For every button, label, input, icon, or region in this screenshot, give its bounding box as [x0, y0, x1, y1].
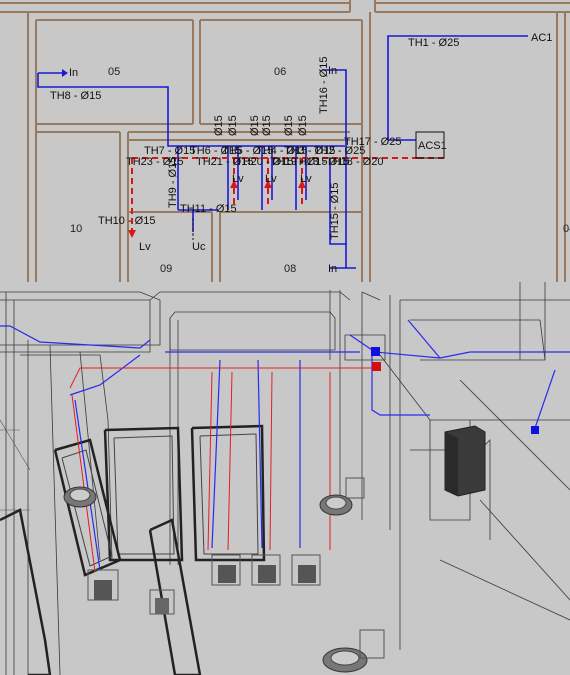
- cad-drawing[interactable]: 05 06 10 09 08 04: [0, 0, 570, 675]
- vertical-diameter-5: Ø15: [283, 115, 295, 136]
- water-heater-3d[interactable]: [444, 425, 486, 497]
- pipe-label-th10: TH10 - Ø15: [98, 215, 155, 227]
- toilet-fixture-1: [63, 486, 97, 508]
- wireframe-3d-view[interactable]: [0, 282, 570, 675]
- room-number-09: 09: [160, 263, 172, 275]
- room-number-10: 10: [70, 223, 82, 235]
- cad-viewport[interactable]: 05 06 10 09 08 04: [0, 0, 570, 675]
- fixture-label-lv-1: Lv: [232, 173, 244, 185]
- pipe-label-th11: TH11 - Ø15: [180, 203, 237, 215]
- fixture-label-uc: Uc: [192, 241, 206, 253]
- room-number-04: 04: [563, 223, 570, 235]
- fixture-label-lv-2: Lv: [265, 173, 277, 185]
- fixture-label-lv-10: Lv: [139, 241, 151, 253]
- inlet-label-a: In: [69, 67, 78, 79]
- room-number-05: 05: [108, 66, 120, 78]
- pipe-label-th15: TH15 - Ø15: [329, 183, 341, 240]
- room-number-08: 08: [284, 263, 296, 275]
- node-marker-blue[interactable]: [371, 347, 380, 356]
- pipe-label-th18: TH18 - Ø20: [326, 156, 383, 168]
- fixture-label-lv-3: Lv: [300, 173, 312, 185]
- pipe-label-th16: TH16 - Ø15: [318, 57, 330, 114]
- pipe-label-th8: TH8 - Ø15: [50, 90, 101, 102]
- vertical-diameter-4: Ø15: [261, 115, 273, 136]
- room-number-06: 06: [274, 66, 286, 78]
- vertical-diameter-3: Ø15: [249, 115, 261, 136]
- inlet-label-c: In: [328, 263, 337, 275]
- pipe-label-th1: TH1 - Ø25: [408, 37, 459, 49]
- vertical-diameter-2: Ø15: [227, 115, 239, 136]
- node-marker-red[interactable]: [372, 362, 381, 371]
- node-marker-blue-2[interactable]: [531, 426, 539, 434]
- vertical-diameter-1: Ø15: [213, 115, 225, 136]
- pipe-label-th9: TH9 - Ø15: [167, 157, 179, 208]
- fixture-label-ac1: AC1: [531, 32, 552, 44]
- pipe-label-th17: TH17 - Ø25: [344, 136, 401, 148]
- vertical-diameter-6: Ø15: [297, 115, 309, 136]
- floor-plan-view[interactable]: 05 06 10 09 08 04: [0, 0, 570, 282]
- fixture-label-acs1: ACS1: [418, 140, 447, 152]
